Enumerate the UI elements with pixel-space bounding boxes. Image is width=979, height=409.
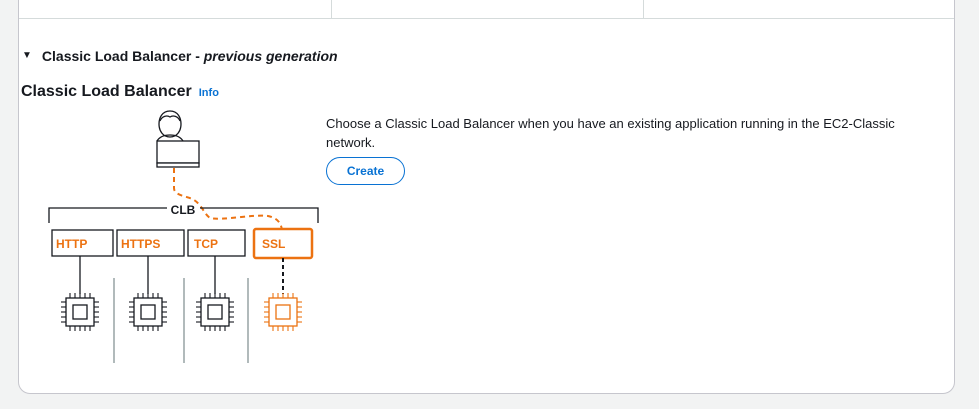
card-header: Classic Load Balancer Info bbox=[21, 83, 219, 101]
protocol-label: HTTPS bbox=[121, 237, 160, 251]
protocol-label: TCP bbox=[194, 237, 218, 251]
column-separator bbox=[643, 0, 644, 19]
clb-label: CLB bbox=[171, 203, 196, 217]
section-title-suffix: previous generation bbox=[203, 48, 338, 64]
protocol-box-tcp: TCP bbox=[187, 229, 246, 257]
user-at-laptop-icon bbox=[156, 110, 200, 168]
clb-bracket-left bbox=[48, 207, 167, 223]
divider bbox=[19, 18, 954, 19]
clb-diagram: CLB HTTP HTTPS TCP SSL bbox=[48, 110, 319, 363]
chip-icon bbox=[129, 293, 167, 331]
protocol-label: SSL bbox=[262, 237, 285, 251]
protocol-box-https: HTTPS bbox=[116, 229, 185, 257]
info-link[interactable]: Info bbox=[199, 87, 219, 99]
card-description: Choose a Classic Load Balancer when you … bbox=[326, 116, 895, 150]
chip-icon bbox=[196, 293, 234, 331]
protocol-label: HTTP bbox=[56, 237, 87, 251]
chip-icon bbox=[61, 293, 99, 331]
caret-down-icon: ▼ bbox=[22, 50, 32, 61]
create-button[interactable]: Create bbox=[326, 157, 405, 185]
protocol-box-ssl: SSL bbox=[252, 227, 314, 260]
section-title-prefix: Classic Load Balancer - bbox=[41, 48, 204, 64]
card-title: Classic Load Balancer bbox=[21, 83, 192, 100]
protocol-box-http: HTTP bbox=[51, 229, 114, 257]
section-title: Classic Load Balancer - previous generat… bbox=[42, 48, 338, 64]
chip-icon bbox=[264, 293, 302, 331]
section-expander-classic[interactable]: ▼ Classic Load Balancer - previous gener… bbox=[22, 48, 338, 64]
column-separator bbox=[331, 0, 332, 19]
